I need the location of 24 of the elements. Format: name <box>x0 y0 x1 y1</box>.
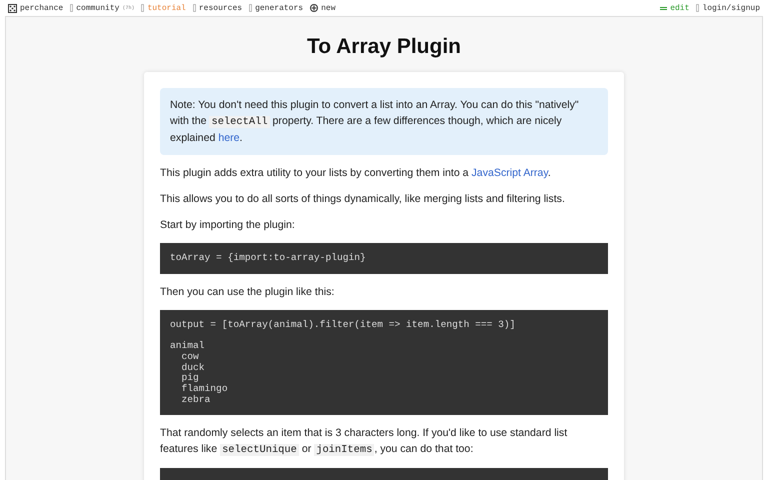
plus-circle-icon <box>310 4 318 12</box>
text-link[interactable]: here <box>218 132 240 144</box>
paragraph: This allows you to do all sorts of things dynamically, like merging lists and filtering lists. <box>160 192 566 207</box>
nav-link[interactable]: edit <box>660 4 690 12</box>
dice-icon <box>8 4 17 12</box>
paragraph: That randomly selects an item that is 3 characters long. If you'd like to use standard list features like selectUnique or joinItems , you can do that too: <box>160 426 568 458</box>
nav-link[interactable]: generators <box>249 4 304 12</box>
note-callout: Note: You don't need this plugin to convert a list into an Array. You can do this "natively" with the selectAll property. There are a few differences though, which are nicely explained here. <box>160 88 608 155</box>
nav-link[interactable]: resources <box>192 4 242 12</box>
paragraph: Start by importing the plugin: <box>160 218 296 233</box>
paragraph: This plugin adds extra utility to your lists by converting them into a JavaScript Array. <box>160 166 552 181</box>
nav-link[interactable]: login/signup <box>696 4 760 12</box>
paragraph: Then you can use the plugin like this: <box>160 284 336 300</box>
placeholder-glyph-icon <box>192 4 196 12</box>
placeholder-glyph-icon <box>70 4 74 12</box>
nav-link[interactable]: new <box>310 4 336 12</box>
text-link[interactable]: JavaScript Array <box>472 167 548 179</box>
placeholder-glyph-icon <box>249 4 252 12</box>
code-block: toArray = {import:to-array-plugin} <box>160 243 608 274</box>
placeholder-glyph-icon <box>696 4 700 12</box>
page-title: To Array Plugin <box>306 35 461 59</box>
nav-link[interactable]: perchance <box>8 4 64 12</box>
placeholder-glyph-icon <box>141 4 144 12</box>
code-block: output = [toArray(animal).filter(item => item.length === 3)] animal cow duck pig flamingo zebra <box>160 310 608 416</box>
